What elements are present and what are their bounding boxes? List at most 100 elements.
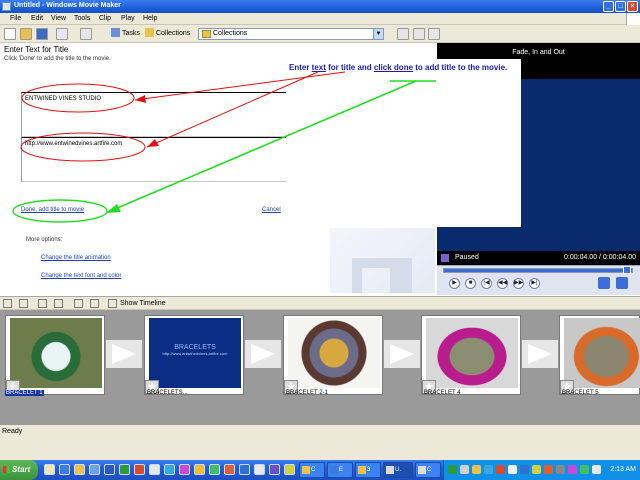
redo-icon[interactable] xyxy=(80,28,92,40)
up-folder-icon[interactable] xyxy=(397,28,409,40)
play-icon[interactable]: ▶ xyxy=(449,278,460,289)
save-project-icon[interactable] xyxy=(36,28,48,40)
menu-help[interactable]: Help xyxy=(143,15,157,22)
menu-file[interactable]: File xyxy=(10,15,21,22)
minimize-button[interactable]: _ xyxy=(603,1,614,12)
clip-thumbnail xyxy=(426,318,518,388)
quicklaunch-icon[interactable] xyxy=(209,464,220,475)
take-picture-icon[interactable] xyxy=(616,277,628,289)
taskbar-button[interactable]: C xyxy=(299,462,325,478)
zoom-in-icon[interactable] xyxy=(38,299,47,308)
clip-card[interactable]: ★ xyxy=(559,315,640,395)
change-text-font-link[interactable]: Change the text font and color xyxy=(41,273,121,279)
quicklaunch-icon[interactable] xyxy=(104,464,115,475)
quicklaunch-icon[interactable] xyxy=(59,464,70,475)
collections-label: Collections xyxy=(156,30,191,37)
fast-forward-icon[interactable]: ▶▶ xyxy=(513,278,524,289)
play-storyboard-icon[interactable] xyxy=(90,299,99,308)
timeline-icon[interactable] xyxy=(108,299,117,308)
quicklaunch-icon[interactable] xyxy=(89,464,100,475)
clip-card[interactable]: ★ xyxy=(421,315,521,395)
narrate-icon[interactable] xyxy=(19,299,28,308)
tray-icon[interactable] xyxy=(592,465,601,474)
tray-icon[interactable] xyxy=(556,465,565,474)
audio-levels-icon[interactable] xyxy=(3,299,12,308)
previous-frame-icon[interactable]: |◀ xyxy=(481,278,492,289)
menu-play[interactable]: Play xyxy=(121,15,135,22)
transition-slot[interactable] xyxy=(384,340,420,368)
close-button[interactable]: × xyxy=(627,1,638,12)
tray-icon[interactable] xyxy=(472,465,481,474)
transition-slot[interactable] xyxy=(522,340,558,368)
rewind-storyboard-icon[interactable] xyxy=(74,299,83,308)
quicklaunch-icon[interactable] xyxy=(119,464,130,475)
quicklaunch-icon[interactable] xyxy=(269,464,280,475)
quicklaunch-icon[interactable] xyxy=(44,464,55,475)
tray-icon[interactable] xyxy=(460,465,469,474)
stop-icon[interactable]: ■ xyxy=(465,278,476,289)
system-tray: 2:13 AM xyxy=(443,460,640,480)
show-timeline-button[interactable]: Show Timeline xyxy=(120,300,166,307)
maximize-button[interactable]: □ xyxy=(615,1,626,12)
clip-label: BRACELET 5 xyxy=(562,390,599,396)
tray-icon[interactable] xyxy=(448,465,457,474)
tray-icon[interactable] xyxy=(532,465,541,474)
tasks-button[interactable]: Tasks xyxy=(111,28,140,40)
zoom-out-icon[interactable] xyxy=(54,299,63,308)
tray-icon[interactable] xyxy=(568,465,577,474)
collections-dropdown[interactable]: Collections ▼ xyxy=(198,28,384,40)
seek-thumb[interactable] xyxy=(623,266,631,274)
taskbar: Start C E 3 U. C 2:13 AM xyxy=(0,460,640,480)
next-frame-icon[interactable]: ▶| xyxy=(529,278,540,289)
clip-card[interactable]: ★ xyxy=(5,315,105,395)
rewind-icon[interactable]: ◀◀ xyxy=(497,278,508,289)
quicklaunch-icon[interactable] xyxy=(194,464,205,475)
new-project-icon[interactable] xyxy=(4,28,16,40)
menu-clip[interactable]: Clip xyxy=(99,15,111,22)
quicklaunch-icon[interactable] xyxy=(239,464,250,475)
toolbar: Tasks Collections Collections ▼ xyxy=(0,25,640,43)
seek-bar[interactable] xyxy=(443,268,633,273)
subtitle-text-field[interactable]: http://www.entwinedvines.artfire.com xyxy=(21,137,287,182)
quicklaunch-icon[interactable] xyxy=(254,464,265,475)
taskbar-button-active[interactable]: U. xyxy=(383,462,413,478)
tray-icon[interactable] xyxy=(508,465,517,474)
open-project-icon[interactable] xyxy=(20,28,32,40)
menu-edit[interactable]: Edit xyxy=(31,15,43,22)
split-clip-icon[interactable] xyxy=(598,277,610,289)
tray-icon[interactable] xyxy=(496,465,505,474)
start-button[interactable]: Start xyxy=(0,460,38,480)
transition-slot[interactable] xyxy=(245,340,281,368)
taskbar-button[interactable]: 3 xyxy=(355,462,381,478)
chevron-down-icon[interactable]: ▼ xyxy=(373,29,383,39)
tray-icon[interactable] xyxy=(484,465,493,474)
clip-card[interactable]: ★ xyxy=(283,315,383,395)
clip-label: BRACELET 4 xyxy=(424,390,461,396)
quicklaunch-icon[interactable] xyxy=(164,464,175,475)
menu-view[interactable]: View xyxy=(51,15,66,22)
quicklaunch-icon[interactable] xyxy=(134,464,145,475)
quicklaunch-icon[interactable] xyxy=(74,464,85,475)
tray-icon[interactable] xyxy=(544,465,553,474)
tray-icon[interactable] xyxy=(580,465,589,474)
seek-bar-fill xyxy=(444,269,632,272)
quicklaunch-icon[interactable] xyxy=(179,464,190,475)
change-title-animation-link[interactable]: Change the title animation xyxy=(41,255,111,261)
done-add-title-link[interactable]: Done, add title to movie xyxy=(21,207,84,213)
quicklaunch-icon[interactable] xyxy=(224,464,235,475)
quicklaunch-icon[interactable] xyxy=(284,464,295,475)
collections-button[interactable]: Collections xyxy=(145,28,190,40)
title-text-field[interactable]: ENTWINED VINES STUDIO xyxy=(21,92,287,137)
undo-icon[interactable] xyxy=(56,28,68,40)
cancel-link[interactable]: Cancel xyxy=(262,207,281,213)
tray-icon[interactable] xyxy=(520,465,529,474)
new-folder-icon[interactable] xyxy=(413,28,425,40)
clip-card[interactable]: BRACELETS http://www.entwinedvines.artfi… xyxy=(144,315,244,395)
menu-tools[interactable]: Tools xyxy=(74,15,90,22)
views-icon[interactable] xyxy=(428,28,440,40)
quicklaunch-icon[interactable] xyxy=(149,464,160,475)
taskbar-button[interactable]: C xyxy=(415,462,441,478)
taskbar-button[interactable]: E xyxy=(327,462,353,478)
transition-slot[interactable] xyxy=(106,340,142,368)
windows-logo-icon xyxy=(626,13,640,25)
